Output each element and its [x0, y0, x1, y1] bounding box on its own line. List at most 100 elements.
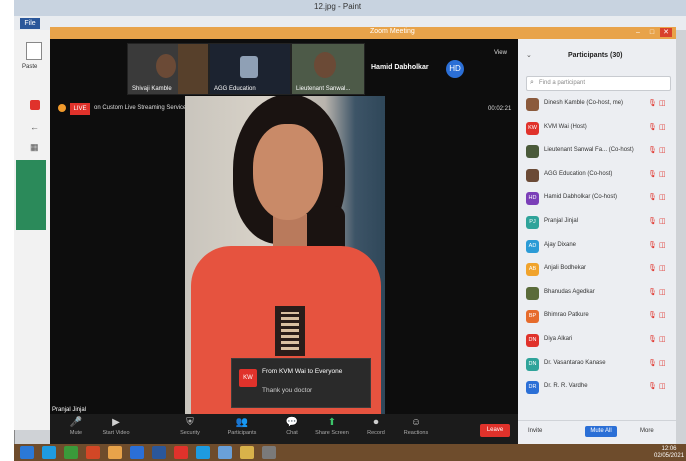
participant-row[interactable]: Lieutenant Sanwal Fa... (Co-host) 🎙 ◫ [522, 141, 672, 164]
live-indicator-icon [58, 104, 66, 112]
mute-all-button[interactable]: Mute All [585, 426, 617, 437]
video-off-icon[interactable]: ◫ [659, 359, 666, 367]
app-icon[interactable] [262, 446, 276, 459]
active-speaker-avatar[interactable]: HD [446, 60, 464, 78]
zoom-titlebar: Zoom Meeting – □ ✕ [50, 27, 676, 39]
app-icon[interactable] [30, 100, 40, 110]
collapse-chevron-icon[interactable]: ⌄ [526, 51, 532, 59]
mic-muted-icon[interactable]: 🎙 [648, 241, 657, 249]
video-thumbnail[interactable]: Lieutenant Sanwal... [291, 43, 365, 95]
start-video-button[interactable]: ▶ Start Video [96, 416, 136, 442]
participant-avatar: BP [526, 310, 539, 324]
participant-row[interactable]: BP Bhimrao Patkure 🎙 ◫ [522, 306, 672, 329]
taskbar-clock[interactable]: 12:06 02/05/2021 [654, 446, 684, 460]
participant-row[interactable]: DN Dr. Vasantarao Kanase 🎙 ◫ [522, 354, 672, 377]
video-thumbnail[interactable]: Shivaji Kamble [127, 43, 209, 95]
more-button[interactable]: More [640, 428, 654, 434]
participant-row[interactable]: PJ Pranjal Jinjal 🎙 ◫ [522, 212, 672, 235]
participant-row[interactable]: AD Ajay Dixane 🎙 ◫ [522, 236, 672, 259]
mic-muted-icon[interactable]: 🎙 [648, 99, 657, 107]
mic-muted-icon[interactable]: 🎙 [648, 193, 657, 201]
paint-file-tab[interactable]: File [20, 18, 40, 29]
close-icon[interactable]: ✕ [660, 28, 672, 37]
word-icon[interactable] [152, 446, 166, 459]
video-off-icon[interactable]: ◫ [659, 217, 666, 225]
mic-muted-icon[interactable]: 🎙 [648, 217, 657, 225]
browser-icon[interactable] [42, 446, 56, 459]
paint-window-title: 12.jpg - Paint [314, 2, 362, 11]
toolbar-label: Record [367, 430, 385, 436]
mic-muted-icon[interactable]: 🎙 [648, 146, 657, 154]
video-off-icon[interactable]: ◫ [659, 241, 666, 249]
video-off-icon[interactable]: ◫ [659, 146, 666, 154]
zoom-window-title: Zoom Meeting [370, 28, 415, 35]
powerpoint-icon[interactable] [86, 446, 100, 459]
video-off-icon[interactable]: ◫ [659, 123, 666, 131]
participant-name: Diya Alkari [544, 336, 573, 342]
video-off-icon[interactable]: ◫ [659, 288, 666, 296]
participants-button[interactable]: 👥 Participants [222, 416, 262, 442]
windows-taskbar: 12:06 02/05/2021 [14, 444, 686, 461]
video-off-icon[interactable]: ◫ [659, 264, 666, 272]
folder-icon[interactable] [108, 446, 122, 459]
leave-button[interactable]: Leave [480, 424, 510, 437]
participant-name: Dr. R. R. Vardhe [544, 383, 588, 390]
mic-muted-icon[interactable]: 🎙 [648, 264, 657, 272]
app-icon[interactable] [64, 446, 78, 459]
chrome-icon[interactable] [174, 446, 188, 459]
participant-row[interactable]: Dinesh Kamble (Co-host, me) 🎙 ◫ [522, 94, 672, 117]
mic-muted-icon[interactable]: 🎙 [648, 123, 657, 131]
chat-notification[interactable]: KW From KVM Wai to Everyone Thank you do… [231, 358, 371, 408]
mic-muted-icon[interactable]: 🎙 [648, 170, 657, 178]
back-arrow-icon[interactable]: ← [30, 122, 39, 132]
record-button[interactable]: ⏺ Record [356, 416, 396, 442]
participant-row[interactable]: AGG Education (Co-host) 🎙 ◫ [522, 165, 672, 188]
participant-row[interactable]: Bhanudas Agedkar 🎙 ◫ [522, 283, 672, 306]
start-icon[interactable] [20, 446, 34, 459]
reactions-button[interactable]: ☺ Reactions [396, 416, 436, 442]
participant-row[interactable]: DN Diya Alkari 🎙 ◫ [522, 330, 672, 353]
security-button[interactable]: ⛨ Security [170, 416, 210, 442]
participant-row[interactable]: AB Anjali Bodhekar 🎙 ◫ [522, 259, 672, 282]
invite-button[interactable]: Invite [528, 428, 542, 434]
video-off-icon[interactable]: ◫ [659, 335, 666, 343]
video-thumbnail[interactable]: AGG Education [209, 43, 291, 95]
mute-button[interactable]: 🎤 Mute [56, 416, 96, 442]
minimize-icon[interactable]: – [632, 28, 644, 37]
mic-muted-icon[interactable]: 🎙 [648, 382, 657, 390]
participant-face [314, 52, 336, 78]
video-off-icon[interactable]: ◫ [659, 193, 666, 201]
zoom-taskbar-icon[interactable] [130, 446, 144, 459]
mic-muted-icon[interactable]: 🎙 [648, 335, 657, 343]
mic-muted-icon[interactable]: 🎙 [648, 288, 657, 296]
paint-taskbar-icon[interactable] [218, 446, 232, 459]
paste-icon[interactable] [26, 42, 42, 60]
maximize-icon[interactable]: □ [646, 28, 658, 37]
chat-button[interactable]: 💬 Chat [272, 416, 312, 442]
participant-row[interactable]: KW KVM Wai (Host) 🎙 ◫ [522, 118, 672, 141]
explorer-icon[interactable] [240, 446, 254, 459]
video-off-icon[interactable]: ◫ [659, 170, 666, 178]
toolbar-label: Reactions [403, 430, 429, 436]
participant-face [240, 56, 258, 78]
mic-icon: 🎤 [69, 417, 83, 428]
video-off-icon[interactable]: ◫ [659, 311, 666, 319]
grid-icon[interactable]: ▦ [30, 142, 39, 153]
mic-muted-icon[interactable]: 🎙 [648, 311, 657, 319]
meeting-toolbar: 🎤 Mute ▶ Start Video ⛨ Security 👥 Partic… [50, 414, 518, 444]
share-screen-button[interactable]: ⬆ Share Screen [312, 416, 352, 442]
video-off-icon[interactable]: ◫ [659, 99, 666, 107]
view-button[interactable]: View [494, 50, 507, 56]
participant-avatar [526, 168, 539, 182]
participant-row[interactable]: DR Dr. R. R. Vardhe 🎙 ◫ [522, 377, 672, 400]
participant-avatar: DN [526, 334, 539, 347]
live-badge[interactable]: LIVE [70, 103, 90, 115]
video-off-icon[interactable]: ◫ [659, 382, 666, 390]
toolbar-label: Mute [69, 430, 83, 436]
participant-search-input[interactable]: ⌕ Find a participant [526, 76, 671, 91]
clock-time: 12:06 [661, 446, 677, 452]
mic-muted-icon[interactable]: 🎙 [648, 359, 657, 367]
skype-icon[interactable] [196, 446, 210, 459]
participant-row[interactable]: HD Hamid Dabholkar (Co-host) 🎙 ◫ [522, 188, 672, 211]
share-icon: ⬆ [327, 417, 337, 428]
